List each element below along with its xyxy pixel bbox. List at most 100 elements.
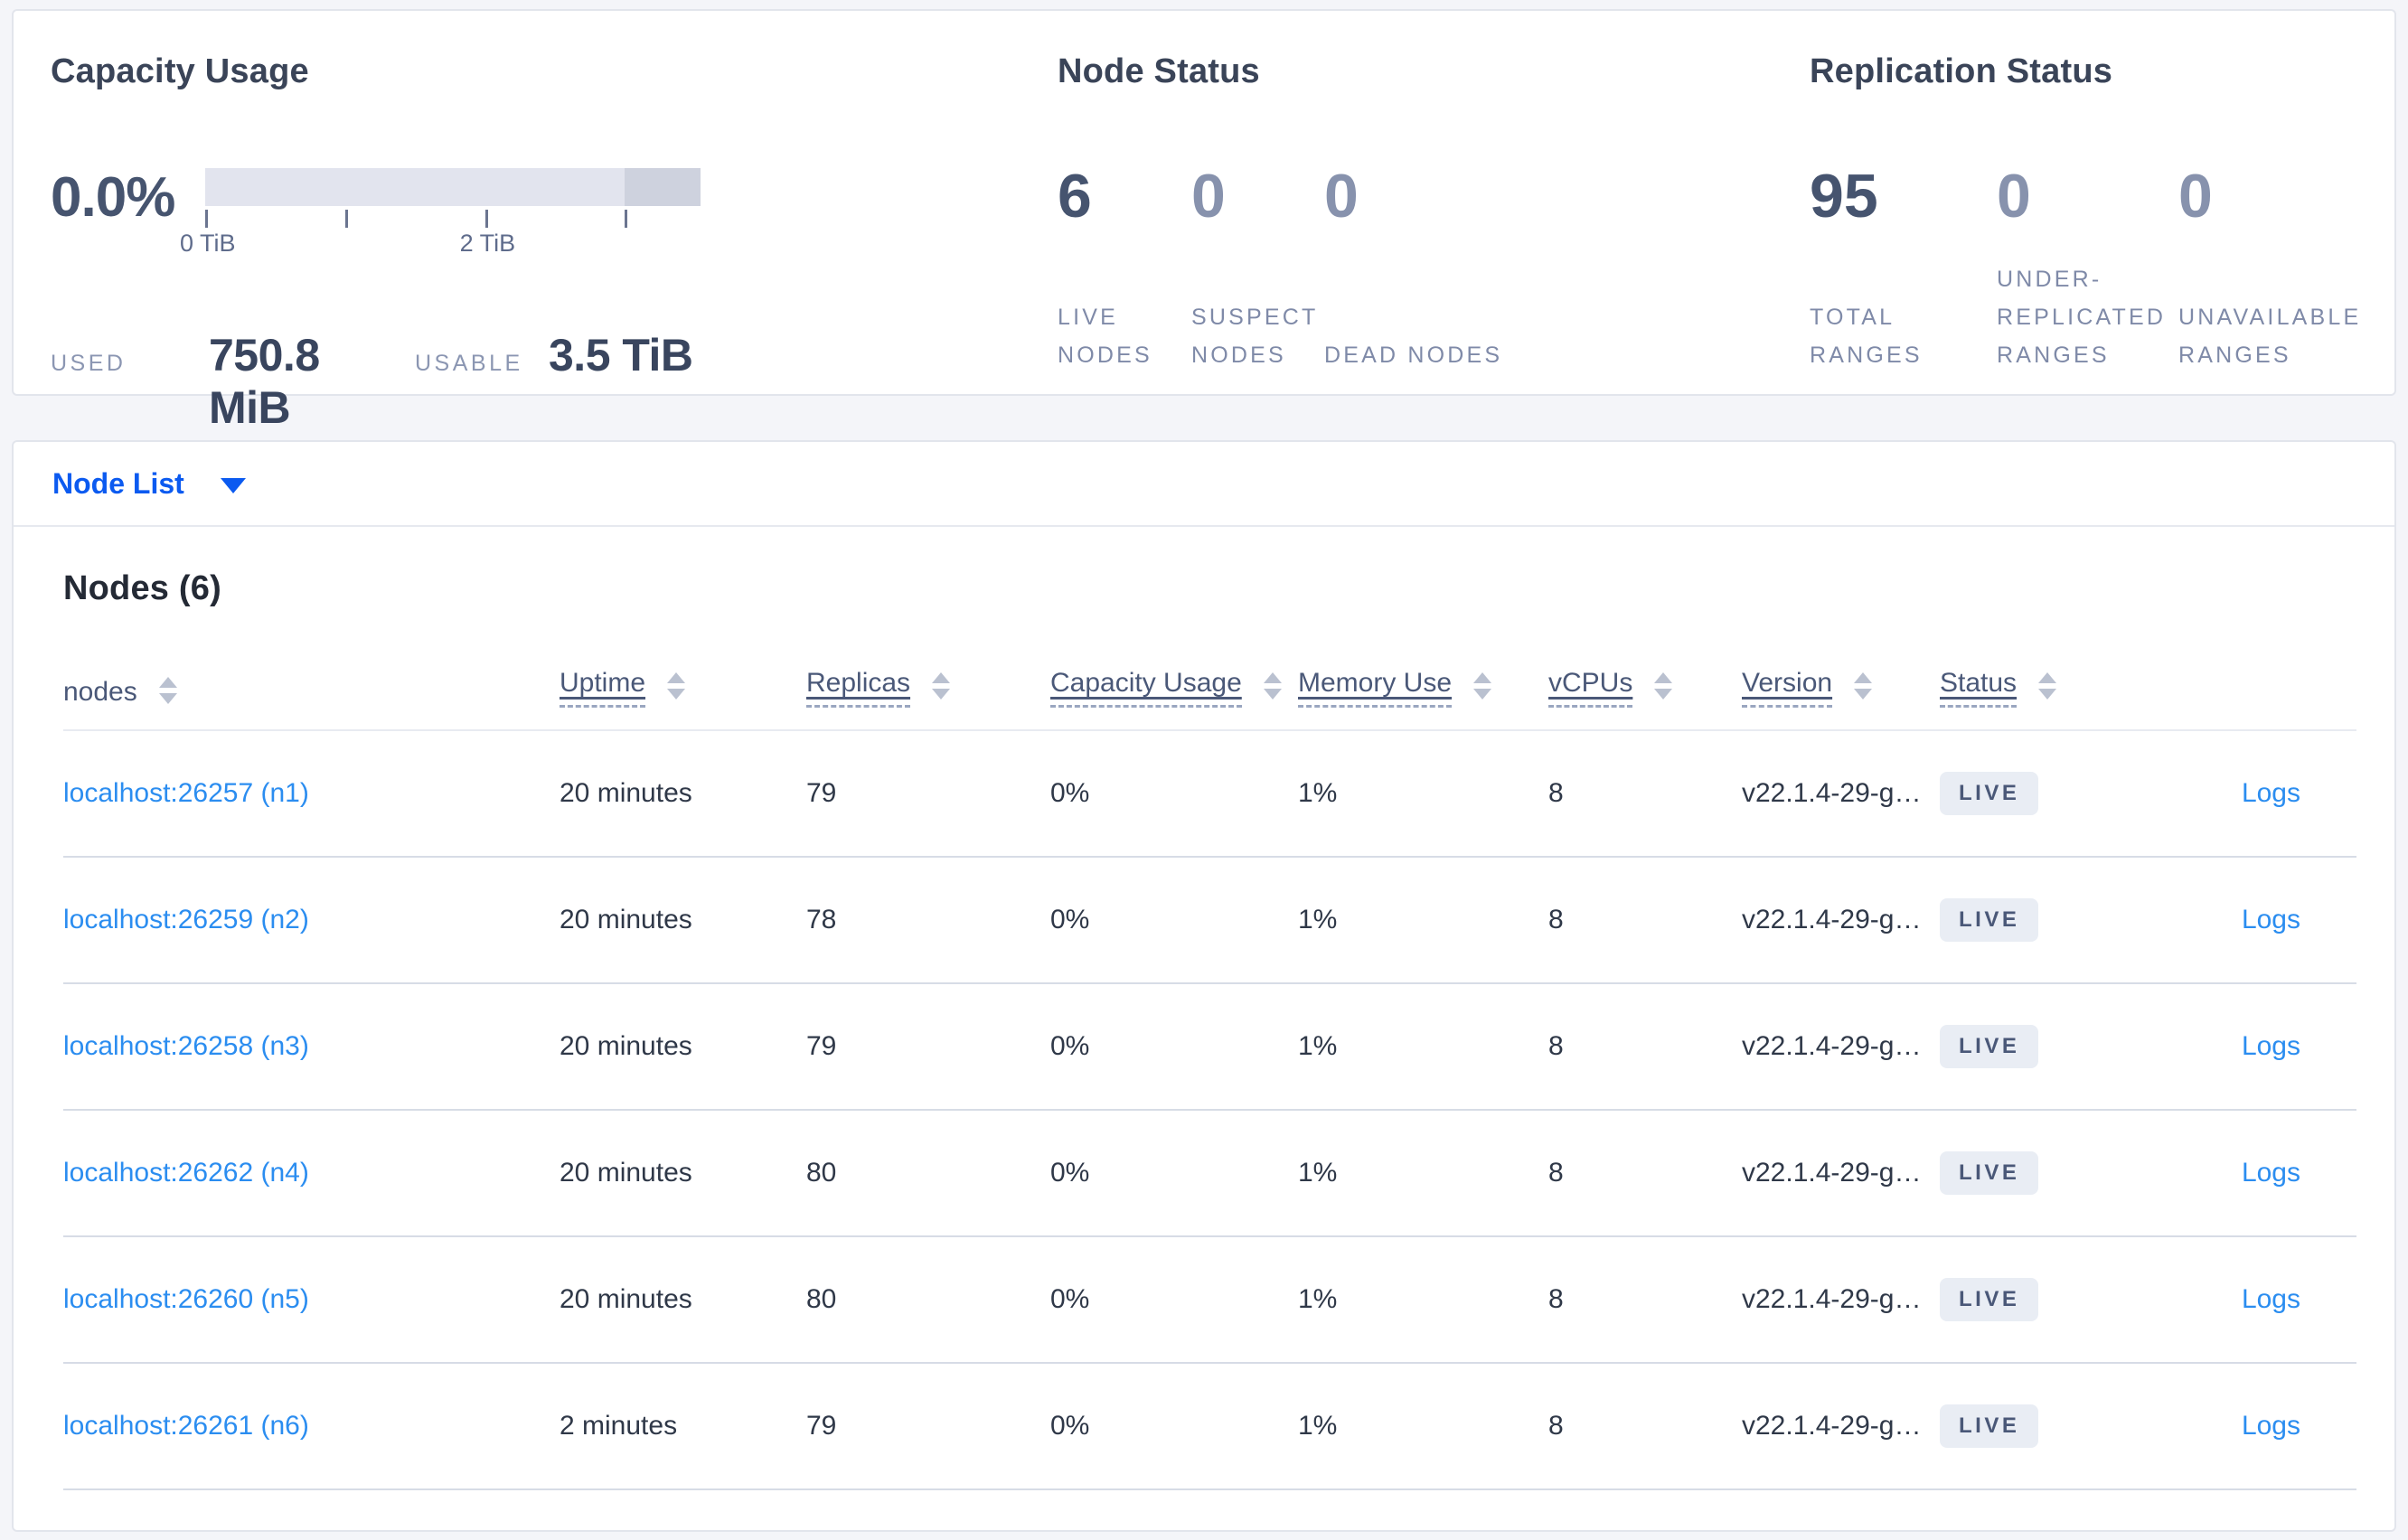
cell-vcpus: 8 [1548,1031,1564,1061]
cell-vcpus: 8 [1548,905,1564,934]
cell-memory-use: 1% [1298,1031,1338,1061]
stat-label: UNDER-REPLICATED RANGES [1997,267,2167,368]
logs-link[interactable]: Logs [2242,1031,2300,1061]
axis-tick-label: 0 TiB [179,230,236,257]
node-status-title: Node Status [1058,52,1260,90]
nodes-table-area: Nodes (6) nodes Uptime Replicas Capacity… [14,567,2394,1490]
node-status-section: Node Status 6 LIVE NODES 0 SUSPECT NODES… [1058,51,1763,374]
axis-tick [625,210,628,228]
cell-version: v22.1.4-29-g… [1742,1158,1922,1188]
nodes-table: nodes Uptime Replicas Capacity Usage Mem… [63,610,2356,1490]
cell-memory-use: 1% [1298,1284,1338,1314]
column-label: Version [1742,668,1833,708]
capacity-usage-section: Capacity Usage 0.0% 0 TiB 2 TiB USED 750… [51,51,1009,434]
live-nodes-stat: 6 LIVE NODES [1058,161,1191,374]
cell-replicas: 80 [806,1284,837,1314]
sort-icon[interactable] [1263,672,1282,700]
column-label: Memory Use [1298,668,1453,708]
cell-capacity-usage: 0% [1050,1031,1090,1061]
capacity-bar-block: 0 TiB 2 TiB [180,159,701,262]
cell-version: v22.1.4-29-g… [1742,1411,1922,1441]
cell-capacity-usage: 0% [1050,1284,1090,1314]
logs-link[interactable]: Logs [2242,1158,2300,1188]
column-header-capacity_usage[interactable]: Capacity Usage [1050,610,1298,731]
table-row: localhost:26257 (n1) 20 minutes 79 0% 1%… [63,730,2356,858]
table-row: localhost:26260 (n5) 20 minutes 80 0% 1%… [63,1236,2356,1364]
node-list-panel: Node List Nodes (6) nodes Uptime Replica… [12,440,2396,1532]
column-header-memory_use[interactable]: Memory Use [1298,610,1548,731]
cell-memory-use: 1% [1298,778,1338,808]
nodes-heading: Nodes (6) [63,569,221,607]
status-badge: LIVE [1940,897,2039,943]
replication-status-section: Replication Status 95 TOTAL RANGES 0 UND… [1810,51,2379,374]
cell-version: v22.1.4-29-g… [1742,1284,1922,1314]
stat-value: 0 [1191,162,1226,230]
column-label: Capacity Usage [1050,668,1242,708]
stat-label: DEAD NODES [1324,343,1503,368]
logs-link[interactable]: Logs [2242,1284,2300,1314]
cell-uptime: 20 minutes [560,1158,692,1188]
sort-icon[interactable] [1854,672,1873,700]
axis-tick [345,210,349,228]
node-list-dropdown[interactable]: Node List [14,442,2394,527]
chevron-down-icon [220,477,246,493]
capacity-gauge: 0.0% 0 TiB 2 TiB [51,159,1009,262]
column-label: Replicas [806,668,911,708]
node-link[interactable]: localhost:26260 (n5) [63,1284,309,1314]
stat-label: TOTAL RANGES [1810,305,1923,368]
node-link[interactable]: localhost:26259 (n2) [63,905,309,934]
usable-label: USABLE [415,351,523,376]
capacity-bar-dark-segment [625,168,701,206]
stat-value: 0 [1997,162,2031,230]
cell-version: v22.1.4-29-g… [1742,1031,1922,1061]
cell-replicas: 79 [806,1411,837,1441]
node-link[interactable]: localhost:26258 (n3) [63,1031,309,1061]
under-replicated-ranges-stat: 0 UNDER-REPLICATED RANGES [1997,161,2178,374]
sort-icon[interactable] [932,672,951,700]
sort-icon[interactable] [1473,672,1492,700]
stat-label: SUSPECT NODES [1191,305,1319,368]
status-badge: LIVE [1940,1150,2039,1196]
table-row: localhost:26262 (n4) 20 minutes 80 0% 1%… [63,1110,2356,1237]
cell-version: v22.1.4-29-g… [1742,905,1922,934]
cell-memory-use: 1% [1298,1411,1338,1441]
column-header-uptime[interactable]: Uptime [560,610,806,731]
cell-uptime: 20 minutes [560,1031,692,1061]
stat-label: UNAVAILABLE RANGES [2178,305,2362,368]
node-link[interactable]: localhost:26257 (n1) [63,778,309,808]
cell-memory-use: 1% [1298,905,1338,934]
table-row: localhost:26261 (n6) 2 minutes 79 0% 1% … [63,1363,2356,1490]
status-badge: LIVE [1940,1404,2039,1449]
cell-uptime: 20 minutes [560,1284,692,1314]
table-header-row: nodes Uptime Replicas Capacity Usage Mem… [63,610,2356,731]
column-header-nodes[interactable]: nodes [63,610,560,731]
cell-vcpus: 8 [1548,1411,1564,1441]
axis-tick-label: 2 TiB [459,230,516,257]
cell-capacity-usage: 0% [1050,1158,1090,1188]
column-header-version[interactable]: Version [1742,610,1940,731]
sort-icon[interactable] [158,677,177,704]
column-header-replicas[interactable]: Replicas [806,610,1050,731]
node-link[interactable]: localhost:26262 (n4) [63,1158,309,1188]
column-header-vcpus[interactable]: vCPUs [1548,610,1742,731]
logs-link[interactable]: Logs [2242,778,2300,808]
stat-value: 0 [1324,162,1359,230]
status-badge: LIVE [1940,1024,2039,1069]
cell-uptime: 20 minutes [560,905,692,934]
node-link[interactable]: localhost:26261 (n6) [63,1411,309,1441]
axis-tick [485,210,489,228]
unavailable-ranges-stat: 0 UNAVAILABLE RANGES [2178,161,2359,374]
status-badge: LIVE [1940,1277,2039,1322]
logs-link[interactable]: Logs [2242,1411,2300,1441]
suspect-nodes-stat: 0 SUSPECT NODES [1191,161,1324,374]
cluster-summary-panel: Capacity Usage 0.0% 0 TiB 2 TiB USED 750… [12,9,2396,433]
usable-value: 3.5 TiB [549,330,693,380]
cell-vcpus: 8 [1548,778,1564,808]
table-row: localhost:26258 (n3) 20 minutes 79 0% 1%… [63,983,2356,1111]
node-list-dropdown-label[interactable]: Node List [52,467,184,501]
logs-link[interactable]: Logs [2242,905,2300,934]
sort-icon[interactable] [667,672,686,700]
column-header-status[interactable]: Status [1940,610,2153,731]
sort-icon[interactable] [1654,672,1673,700]
sort-icon[interactable] [2038,672,2057,700]
